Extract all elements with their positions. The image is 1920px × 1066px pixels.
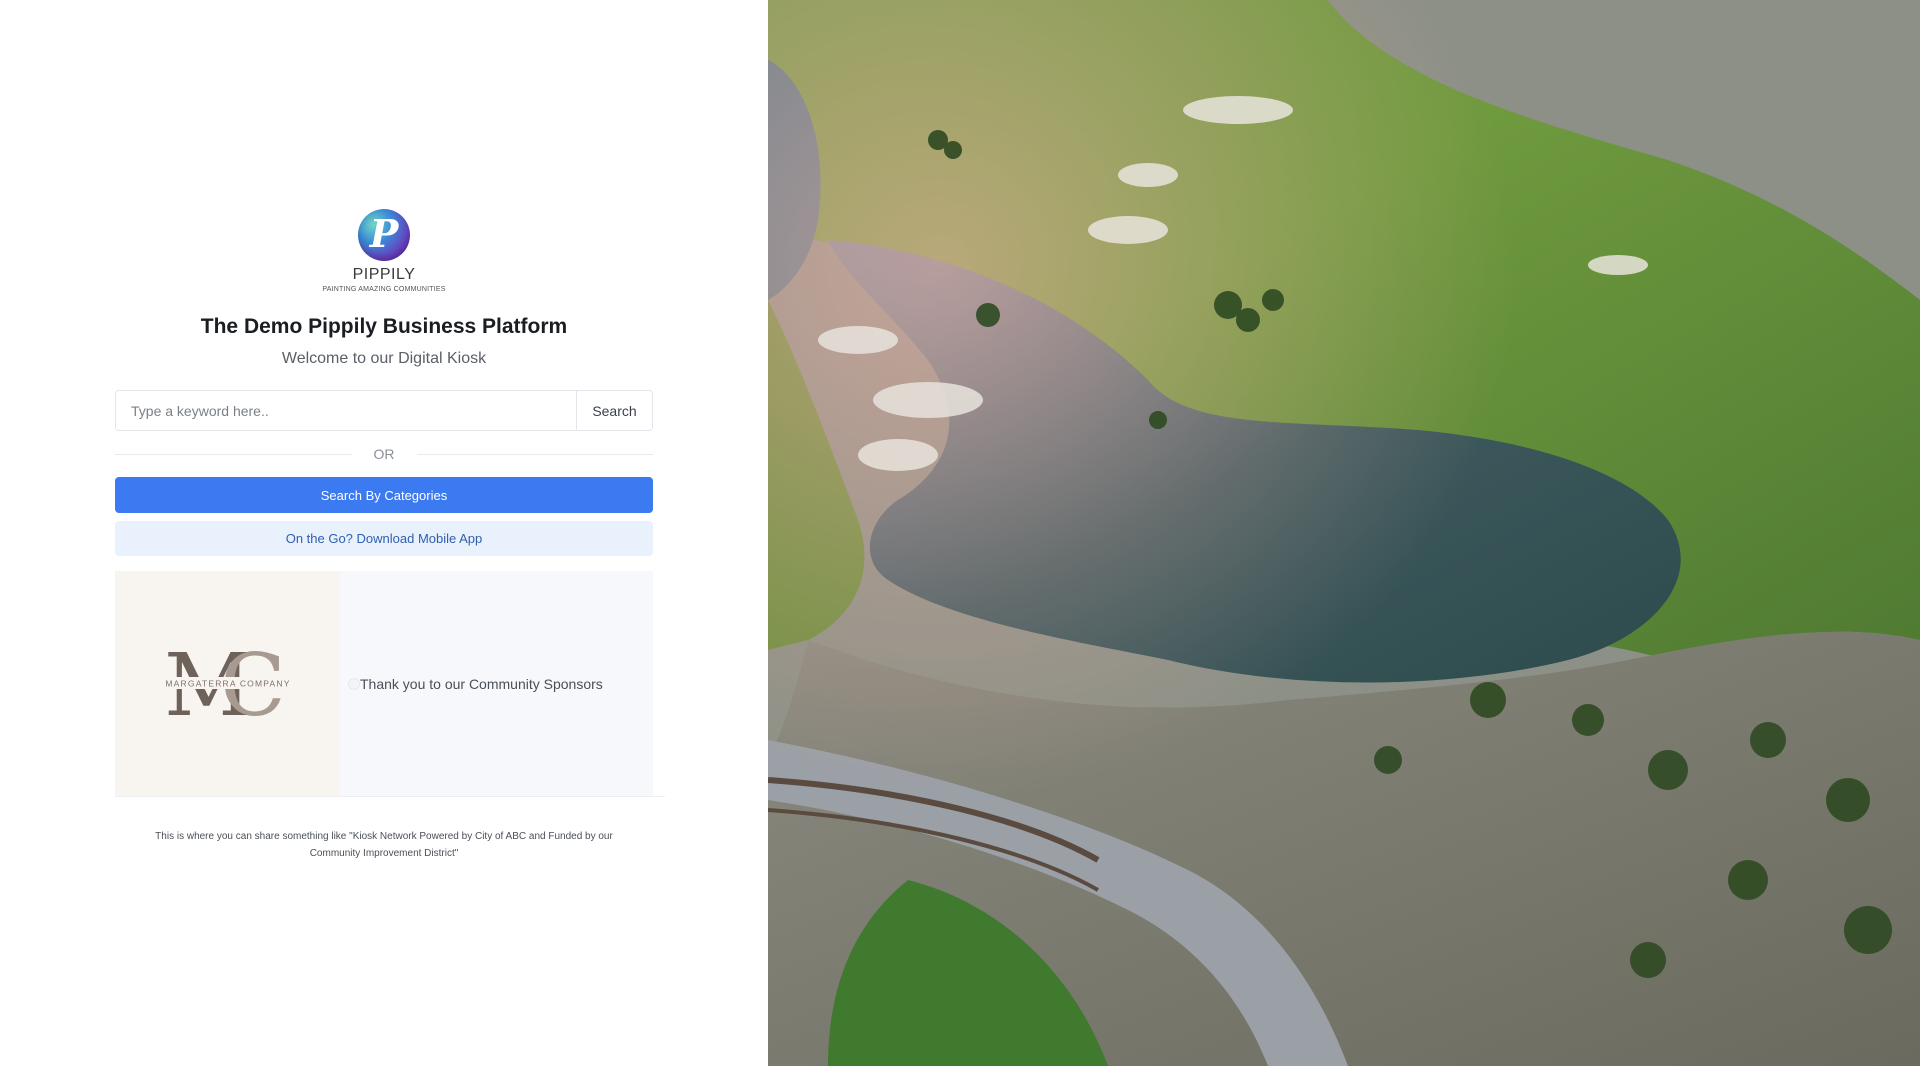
brand-name: PIPPILY [352, 266, 416, 283]
brand-tagline: PAINTING AMAZING COMMUNITIES [322, 286, 446, 293]
kiosk-content: P PIPPILY PAINTING AMAZING COMMUNITIES T… [115, 209, 665, 862]
golf-course-aerial-image [768, 0, 1920, 1066]
kiosk-panel: P PIPPILY PAINTING AMAZING COMMUNITIES T… [0, 0, 768, 1066]
sponsor-logo[interactable]: M C MARGATERRA COMPANY [115, 571, 340, 796]
divider-line-left [115, 453, 352, 455]
sponsor-card: M C MARGATERRA COMPANY Thank you to our … [115, 571, 653, 796]
sponsor-message-wrap: Thank you to our Community Sponsors [340, 571, 653, 796]
search-by-categories-button[interactable]: Search By Categories [115, 477, 653, 513]
search-bar: Search [115, 390, 653, 431]
pippily-logo-icon: P [358, 209, 410, 261]
page-title: The Demo Pippily Business Platform [200, 315, 568, 338]
footer-note: This is where you can share something li… [155, 831, 613, 859]
divider-line-right [416, 453, 653, 455]
search-input[interactable] [116, 391, 576, 430]
or-divider: OR [115, 444, 653, 464]
or-label: OR [373, 446, 395, 462]
brand-logo: P PIPPILY PAINTING AMAZING COMMUNITIES [115, 209, 653, 293]
hero-image [768, 0, 1920, 1066]
sponsor-message: Thank you to our Community Sponsors [360, 675, 603, 692]
section-divider [115, 796, 665, 797]
sponsor-logo-text: MARGATERRA COMPANY [165, 678, 290, 688]
carousel-dot-icon[interactable] [348, 677, 360, 690]
search-button[interactable]: Search [576, 391, 652, 430]
download-mobile-app-button[interactable]: On the Go? Download Mobile App [115, 521, 653, 556]
margaterra-logo-icon: M C MARGATERRA COMPANY [161, 639, 294, 729]
page-subtitle: Welcome to our Digital Kiosk [281, 350, 487, 367]
